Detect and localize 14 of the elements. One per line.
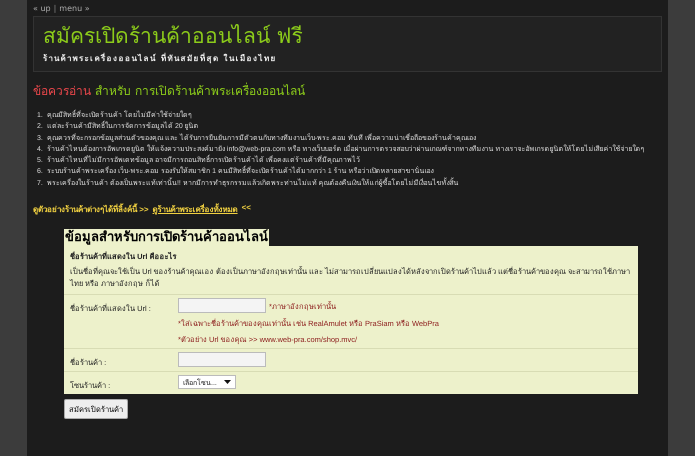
examples-text: ดูตัวอย่างร้านค้าต่างๆได้ที่ลิ้งค์นี้ >> xyxy=(33,203,149,216)
caret-icon xyxy=(224,380,231,384)
notice-heading: สำหรับ การเปิดร้านค้าพระเครื่องออนไลน์ xyxy=(95,82,305,100)
nav-separator: | xyxy=(54,4,56,13)
site-subtitle: ร้านค้าพระเครื่องออนไลน์ ที่ทันสมัยที่สุด ในเมืองไทย xyxy=(43,52,278,65)
up-link[interactable]: « up xyxy=(33,4,51,13)
input-field[interactable] xyxy=(178,298,266,314)
examples-arrow: << xyxy=(242,203,251,214)
site-title: สมัครเปิดร้านค้าออนไลน์ ฟรี xyxy=(43,23,304,50)
menu-link[interactable]: menu » xyxy=(59,4,90,13)
notice-warning: ข้อควรอ่าน xyxy=(33,83,91,100)
form-legend: ข้อมูลสำหรับการเปิดร้านค้าออนไลน์ xyxy=(64,229,269,246)
shops-link[interactable]: ดูร้านค้าพระเครื่องทั้งหมด xyxy=(152,203,238,216)
input-field[interactable] xyxy=(178,352,266,368)
